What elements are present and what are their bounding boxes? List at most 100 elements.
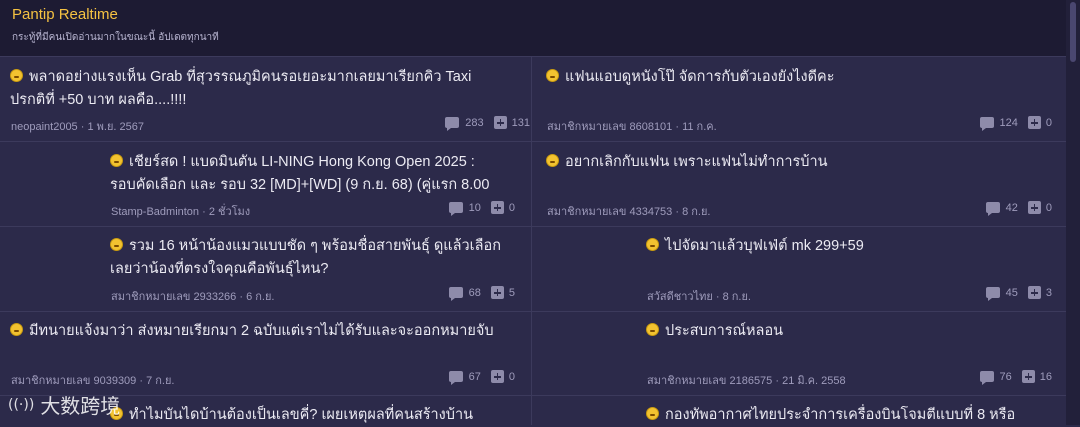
topic-meta: สมาชิกหมายเลข 9039309 · 7 ก.ย. [11,375,175,387]
row-divider [0,226,1066,227]
plus-icon [1027,286,1041,299]
comment-icon [979,371,994,385]
scrollbar[interactable] [1066,0,1080,425]
topic-author[interactable]: Stamp-Badminton [111,206,199,218]
comment-count: 67 [468,370,481,383]
plus-icon [490,286,504,299]
emoji-icon [110,238,123,251]
topic-meta: สวัสดีชาวไทย · 8 ก.ย. [647,291,751,303]
plus-icon [493,116,507,129]
comment-count: 76 [999,370,1012,383]
comment-count: 124 [999,116,1018,129]
topic-author[interactable]: สมาชิกหมายเลข 2933266 [111,291,236,303]
topic-stats: 67 0 [448,370,515,385]
topic-title[interactable]: กองทัพอากาศไทยประจำการเครื่องบินโจมตีแบบ… [665,407,1015,423]
topic-title[interactable]: อยากเลิกกับแฟน เพราะแฟนไม่ทำการบ้าน [565,154,828,170]
topic-card[interactable]: ประสบการณ์หลอน [646,320,1061,343]
vote-count: 0 [1045,116,1052,129]
comment-count: 45 [1005,286,1018,299]
topic-card[interactable]: เชียร์สด ! แบดมินตัน LI-NING Hong Kong O… [110,151,525,197]
topic-card[interactable]: ไปจัดมาแล้วบุฟเฟ่ต์ mk 299+59 [646,235,1061,258]
plus-icon [1027,116,1041,129]
topic-author[interactable]: สวัสดีชาวไทย [647,291,713,303]
header-bar: Pantip Realtime กระทู้ที่มีคนเปิดอ่านมาก… [0,0,1066,57]
topic-card[interactable]: มีทนายแจ้งมาว่า ส่งหมายเรียกมา 2 ฉบับแต่… [10,320,525,343]
emoji-icon [110,154,123,167]
topic-author[interactable]: สมาชิกหมายเลข 2186575 [647,375,772,387]
vote-count: 3 [1045,286,1052,299]
topic-date: 1 พ.ย. 2567 [87,121,144,133]
comment-count: 10 [468,201,481,214]
vote-count: 0 [1045,201,1052,214]
topic-title[interactable]: พลาดอย่างแรงเห็น Grab ที่สุวรรณภูมิคนรอเ… [29,69,471,85]
topic-stats: 124 0 [979,116,1052,131]
topic-title[interactable]: ประสบการณ์หลอน [665,323,783,339]
vote-count: 0 [508,201,515,214]
comment-icon [448,287,463,301]
comment-icon [448,202,463,216]
comment-icon [985,287,1000,301]
vote-count: 5 [508,286,515,299]
topic-card[interactable]: พลาดอย่างแรงเห็น Grab ที่สุวรรณภูมิคนรอเ… [10,66,525,112]
topic-title[interactable]: รวม 16 หน้าน้องแมวแบบชัด ๆ พร้อมชื่อสายพ… [129,238,501,254]
topic-card[interactable]: กองทัพอากาศไทยประจำการเครื่องบินโจมตีแบบ… [646,404,1061,427]
topic-card[interactable]: ทำไมบันไดบ้านต้องเป็นเลขคี่? เผยเหตุผลที… [110,404,525,427]
topic-title-cont[interactable]: ปรกติที่ +50 บาท ผลคือ....!!!! [10,92,186,108]
plus-icon [1027,201,1041,214]
plus-icon [490,201,504,214]
topic-date: 21 มิ.ค. 2558 [782,375,846,387]
emoji-icon [10,323,23,336]
plus-icon [1021,370,1035,383]
topic-title[interactable]: ไปจัดมาแล้วบุฟเฟ่ต์ mk 299+59 [665,238,864,254]
topic-author[interactable]: neopaint2005 [11,121,78,133]
watermark-logo-icon: ((·)) [8,396,35,413]
watermark-text: 大数跨境 [40,394,121,418]
topic-stats: 283 131 [445,116,530,131]
topic-meta: สมาชิกหมายเลข 4334753 · 8 ก.ย. [547,206,711,218]
topic-stats: 42 0 [985,201,1052,216]
topic-stats: 68 5 [448,286,515,301]
comment-icon [448,371,463,385]
topic-title[interactable]: มีทนายแจ้งมาว่า ส่งหมายเรียกมา 2 ฉบับแต่… [29,323,494,339]
topic-stats: 45 3 [985,286,1052,301]
topic-meta: สมาชิกหมายเลข 2933266 · 6 ก.ย. [111,291,275,303]
topic-title[interactable]: แฟนแอบดูหนังโป๊ จัดการกับตัวเองยังไงดีคะ [565,69,835,85]
vote-count: 131 [511,116,530,129]
topic-stats: 76 16 [979,370,1052,385]
vote-count: 16 [1039,370,1052,383]
topic-meta: Stamp-Badminton · 2 ชั่วโมง [111,206,251,218]
vote-count: 0 [508,370,515,383]
topic-title[interactable]: ทำไมบันไดบ้านต้องเป็นเลขคี่? เผยเหตุผลที… [129,407,473,423]
comment-icon [445,117,460,131]
topic-card[interactable]: อยากเลิกกับแฟน เพราะแฟนไม่ทำการบ้าน [546,151,1061,174]
topic-date: 7 ก.ย. [146,375,175,387]
comment-count: 42 [1005,201,1018,214]
emoji-icon [646,238,659,251]
topic-stats: 10 0 [448,201,515,216]
scrollbar-thumb[interactable] [1070,2,1076,62]
emoji-icon [646,323,659,336]
comment-count: 68 [468,286,481,299]
comment-icon [979,117,994,131]
topic-card[interactable]: แฟนแอบดูหนังโป๊ จัดการกับตัวเองยังไงดีคะ [546,66,1061,89]
topic-date: 11 ก.ค. [682,121,717,133]
topic-date: 8 ก.ย. [682,206,711,218]
topic-author[interactable]: สมาชิกหมายเลข 4334753 [547,206,672,218]
topic-author[interactable]: สมาชิกหมายเลข 8608101 [547,121,672,133]
plus-icon [490,370,504,383]
emoji-icon [546,154,559,167]
topic-date: 8 ก.ย. [722,291,751,303]
topic-card[interactable]: รวม 16 หน้าน้องแมวแบบชัด ๆ พร้อมชื่อสายพ… [110,235,525,281]
topic-date: 6 ก.ย. [246,291,275,303]
topic-title-cont[interactable]: รอบคัดเลือก และ รอบ 32 [MD]+[WD] (9 ก.ย.… [110,177,489,193]
watermark: ((·)) 大数跨境 [8,390,120,419]
row-divider [0,311,1066,312]
topic-title[interactable]: เชียร์สด ! แบดมินตัน LI-NING Hong Kong O… [129,154,475,170]
topic-title-cont[interactable]: เลยว่าน้องที่ตรงใจคุณคือพันธุ์ไหน? [110,261,328,277]
topic-author[interactable]: สมาชิกหมายเลข 9039309 [11,375,136,387]
column-divider [531,57,532,425]
page-title[interactable]: Pantip Realtime [12,6,118,23]
emoji-icon [546,69,559,82]
topic-meta: สมาชิกหมายเลข 2186575 · 21 มิ.ค. 2558 [647,375,846,387]
topic-date: 2 ชั่วโมง [208,206,251,218]
